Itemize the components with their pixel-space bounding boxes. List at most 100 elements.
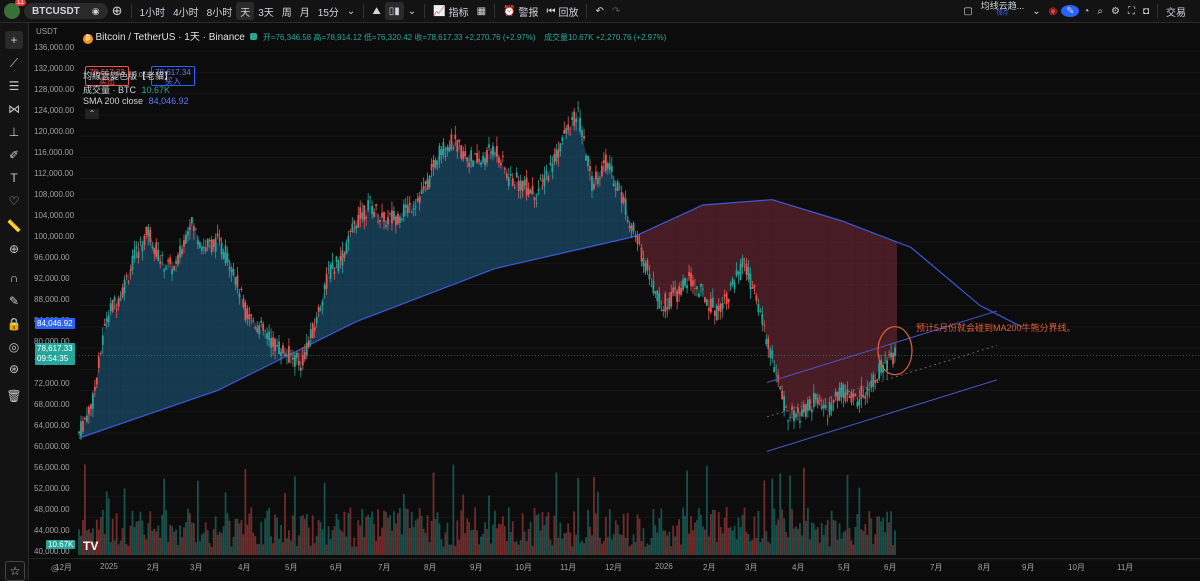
pattern-icon[interactable]: ⋈	[5, 100, 23, 118]
interval-tab[interactable]: 8小时	[203, 2, 237, 20]
chart-annotation[interactable]: 预计5月份就会碰到MA200牛熊分界线。	[916, 321, 1076, 334]
visibility-icon[interactable]: ◎	[5, 338, 23, 356]
volume-bar	[703, 529, 706, 555]
volume-bar	[105, 491, 108, 555]
trendline-icon[interactable]: ⟋	[5, 54, 23, 72]
chart-type-candle-icon[interactable]: ▯▮	[384, 2, 404, 20]
time-tick: 11月	[1117, 563, 1134, 572]
volume-bar	[591, 535, 593, 555]
measure-tools-icon[interactable]: ⊥	[5, 123, 23, 141]
interval-tab[interactable]: 3天	[254, 2, 278, 20]
interval-tab[interactable]: 15分	[314, 2, 343, 20]
volume-bar	[826, 519, 829, 555]
record-icon[interactable]: ◉	[1045, 2, 1062, 20]
interval-tab[interactable]: 1小时	[136, 2, 170, 20]
trash-icon[interactable]: 🗑	[5, 387, 23, 405]
candle-body	[377, 221, 379, 223]
candle-body	[700, 283, 702, 287]
add-symbol-icon[interactable]: ⊕	[108, 2, 127, 20]
chevron-down-icon[interactable]: ⌄	[404, 2, 420, 20]
fib-icon[interactable]: ☰	[5, 77, 23, 95]
candle-body	[252, 320, 255, 322]
brush-icon[interactable]: ✐	[5, 146, 23, 164]
candle-body	[93, 387, 96, 391]
crosshair-icon[interactable]: +	[5, 31, 23, 49]
magnet-icon[interactable]: ∩	[5, 269, 23, 287]
trade-button[interactable]: 交易	[1162, 2, 1190, 20]
volume-bar	[276, 517, 278, 555]
indicator-sma-legend[interactable]: SMA 200 close 84,046.92	[83, 96, 189, 106]
interval-tab[interactable]: 周	[278, 2, 296, 20]
undo-icon[interactable]: ↶	[591, 2, 607, 20]
redo-icon[interactable]: ↷	[608, 2, 624, 20]
volume-bar	[521, 513, 524, 555]
volume-bar	[111, 518, 114, 555]
layout-grid-icon[interactable]: ▦	[473, 2, 490, 20]
volume-bar	[777, 519, 780, 555]
candle-body	[844, 393, 847, 402]
search-icon[interactable]: ⌕	[1093, 2, 1107, 20]
candle-body	[604, 154, 607, 171]
candle-body	[391, 210, 393, 224]
camera-icon[interactable]: ◘	[1139, 2, 1153, 20]
volume-bar	[141, 520, 144, 555]
candle-body	[543, 175, 546, 187]
volume-bar	[262, 544, 265, 555]
volume-bar	[810, 522, 813, 555]
volume-bar	[321, 529, 324, 555]
symbol-search[interactable]: BTCUSDT ◉	[24, 3, 108, 19]
volume-bar	[779, 473, 782, 555]
chart-type-area-icon[interactable]: ⛰	[368, 2, 384, 20]
text-icon[interactable]: T	[5, 169, 23, 187]
collapse-legend-icon[interactable]: ⌃	[85, 109, 99, 119]
chevron-down-icon[interactable]: ⌄	[343, 2, 359, 20]
candle-body	[446, 147, 449, 151]
replay-button[interactable]: ⏮ 回放	[542, 2, 582, 20]
indicator-template-button[interactable]: 均线云趋... 保存	[977, 2, 1029, 20]
candle-body	[688, 272, 690, 277]
candle-body	[636, 236, 639, 244]
volume-bar	[773, 508, 776, 555]
volume-bar	[398, 508, 401, 555]
candle-body	[86, 415, 88, 422]
indicator-volume-legend[interactable]: 成交量 · BTC 10.67K	[83, 83, 170, 96]
indicator-cloud-legend[interactable]: 均線雲變色版【老貓】	[83, 69, 173, 82]
candle-body	[167, 260, 170, 262]
candle-body	[270, 337, 273, 348]
heart-icon[interactable]: ♡	[5, 192, 23, 210]
volume-bar	[482, 533, 484, 555]
candle-body	[745, 263, 748, 275]
chart-pane[interactable]: USDT 136,000.00 132,000.00 128,000.00 124,0…	[29, 23, 1200, 580]
interval-tab[interactable]: 4小时	[169, 2, 203, 20]
candle-body	[539, 178, 542, 179]
stay-in-drawing-icon[interactable]: ✎	[5, 292, 23, 310]
candle-body	[486, 150, 488, 163]
zoom-icon[interactable]: ⊕	[5, 240, 23, 258]
interval-tab[interactable]: 天	[236, 2, 255, 20]
avatar[interactable]: 11	[4, 0, 26, 19]
eye-icon[interactable]: ◉	[92, 6, 100, 17]
volume-bar	[614, 520, 617, 555]
volume-bar	[808, 539, 811, 555]
volume-bar	[208, 542, 211, 555]
candle-body	[436, 160, 439, 165]
gear-icon[interactable]: ⚙	[1107, 2, 1124, 20]
pin-icon[interactable]: ✎	[1061, 5, 1080, 17]
volume-bar	[369, 517, 372, 555]
candle-body	[517, 180, 520, 191]
ruler-icon[interactable]: 📏	[5, 217, 23, 235]
star-icon[interactable]: ☆	[5, 561, 25, 581]
chevron-down-icon[interactable]: ⌄	[1028, 2, 1044, 20]
volume-bar	[606, 537, 609, 555]
gauge-icon[interactable]: ◔	[1079, 2, 1093, 20]
volume-bar	[585, 537, 587, 555]
alert-button[interactable]: ⏰ 警报	[499, 2, 542, 20]
interval-tab[interactable]: 月	[296, 2, 314, 20]
indicators-button[interactable]: 📈 指标	[429, 2, 472, 20]
globe-icon[interactable]: ⊛	[5, 360, 23, 378]
lock-icon[interactable]: 🔒	[5, 315, 23, 333]
layout-icon[interactable]: ▢	[959, 2, 976, 20]
volume-bar	[488, 495, 490, 555]
fullscreen-icon[interactable]: ⛶	[1124, 2, 1139, 20]
candle-body	[470, 150, 473, 162]
